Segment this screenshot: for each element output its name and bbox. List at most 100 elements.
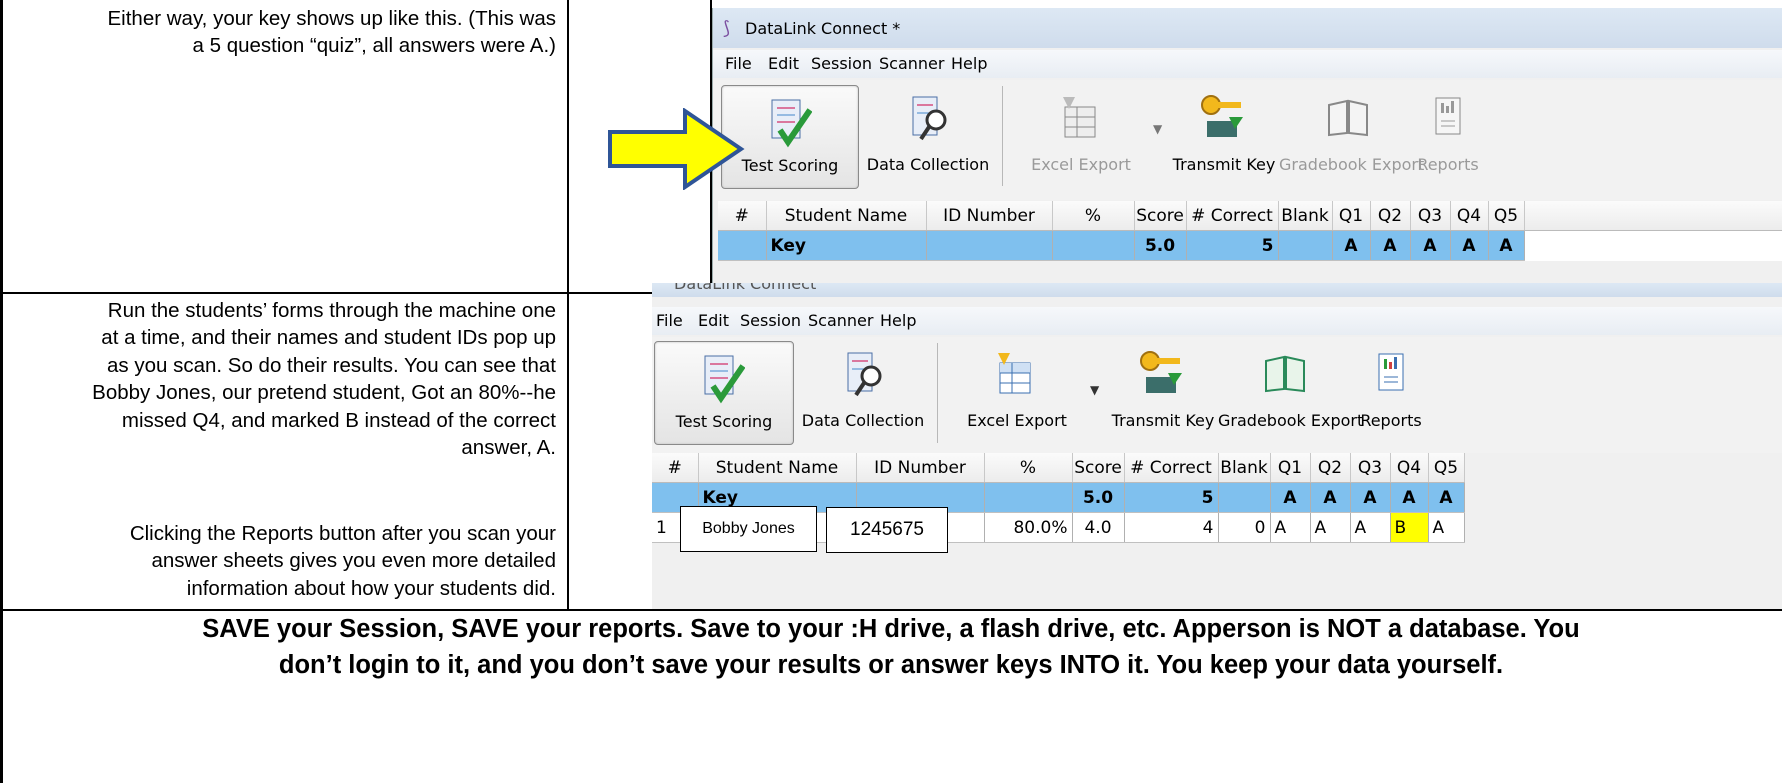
column-header[interactable]: Q2	[1310, 453, 1351, 483]
footer-note: SAVE your Session, SAVE your reports. Sa…	[0, 611, 1782, 683]
data-collection-button[interactable]: Data Collection	[798, 341, 928, 443]
column-header[interactable]: ID Number	[926, 201, 1053, 231]
column-header[interactable]: Student Name	[698, 453, 857, 483]
cell: A	[1390, 482, 1429, 513]
cell: 4	[1124, 512, 1219, 543]
toolbar-label: Excel Export	[967, 411, 1067, 430]
table-row-student[interactable]: 1 80.0% 4.0 4 0 A A A B A	[652, 512, 1782, 543]
row1-description: Either way, your key shows up like this.…	[10, 5, 557, 60]
menu-scanner[interactable]: Scanner	[879, 54, 944, 73]
reports-button[interactable]: Reports	[1413, 85, 1483, 187]
toolbar: Test Scoring Data Collection Excel Expor…	[713, 80, 1782, 200]
column-header[interactable]: Q5	[1488, 201, 1525, 231]
toolbar-label: Transmit Key	[1172, 155, 1276, 174]
column-header[interactable]: Score	[1134, 201, 1187, 231]
column-header[interactable]: Blank	[1218, 453, 1271, 483]
table-row-key[interactable]: Key 5.0 5 A A A A A	[718, 230, 1782, 261]
text-line: as you scan. So do their results. You ca…	[106, 353, 556, 377]
column-header-empty	[1524, 201, 1782, 231]
menu-session[interactable]: Session	[811, 54, 872, 73]
column-header[interactable]: Q5	[1428, 453, 1465, 483]
menu-file[interactable]: File	[725, 54, 752, 73]
cell: 4.0	[1072, 512, 1125, 543]
results-table: # Student Name ID Number % Score # Corre…	[652, 453, 1782, 543]
cell: 5	[1186, 230, 1279, 261]
menu-session[interactable]: Session	[740, 311, 801, 330]
toolbar-label: Test Scoring	[675, 412, 773, 431]
footer-line: SAVE your Session, SAVE your reports. Sa…	[202, 615, 1580, 643]
transmit-key-button[interactable]: Transmit Key	[1110, 341, 1216, 443]
table-border-left	[0, 0, 3, 611]
cell: 5	[1124, 482, 1219, 513]
reports-icon	[1435, 97, 1461, 135]
student-id-callout: 1245675	[826, 507, 948, 553]
toolbar-label: Excel Export	[1031, 155, 1131, 174]
title-bar: ⟆ DataLink Connect *	[713, 8, 1782, 48]
cell	[1278, 230, 1333, 261]
column-header[interactable]: %	[984, 453, 1073, 483]
cell: 5.0	[1072, 482, 1125, 513]
menu-scanner[interactable]: Scanner	[808, 311, 873, 330]
dropdown-arrow-icon[interactable]: ▼	[1090, 383, 1099, 397]
column-header[interactable]: Q4	[1450, 201, 1489, 231]
row2-description-2: Clicking the Reports button after you sc…	[10, 520, 556, 602]
cell	[1052, 230, 1135, 261]
cell: A	[1270, 512, 1311, 543]
dropdown-arrow-icon[interactable]: ▼	[1153, 122, 1162, 136]
column-header[interactable]: %	[1052, 201, 1135, 231]
data-collection-icon	[912, 96, 947, 141]
menu-file[interactable]: File	[656, 311, 683, 330]
column-header[interactable]: #	[652, 453, 699, 483]
transmit-key-icon	[1201, 95, 1243, 137]
reports-button[interactable]: Reports	[1356, 341, 1426, 443]
text-line: information about how your students did.	[186, 576, 556, 600]
excel-export-button[interactable]: Excel Export	[964, 341, 1070, 443]
column-header[interactable]: ID Number	[856, 453, 985, 483]
menu-edit[interactable]: Edit	[768, 54, 799, 73]
menu-help[interactable]: Help	[951, 54, 987, 73]
test-scoring-button[interactable]: Test Scoring	[654, 341, 794, 445]
table-row-key[interactable]: Key 5.0 5 A A A A A	[652, 482, 1782, 513]
column-header[interactable]: #	[718, 201, 767, 231]
menu-help[interactable]: Help	[880, 311, 916, 330]
gradebook-export-button[interactable]: Gradebook Export	[1218, 341, 1363, 443]
column-header[interactable]: # Correct	[1124, 453, 1219, 483]
column-header[interactable]: Q1	[1332, 201, 1371, 231]
column-header[interactable]: Q4	[1390, 453, 1429, 483]
excel-export-button[interactable]: Excel Export	[1031, 85, 1131, 187]
cell: A	[1310, 512, 1351, 543]
column-header[interactable]: Q1	[1270, 453, 1311, 483]
title-bar-partial: DataLink Connect	[652, 283, 1782, 297]
cell: A	[1350, 482, 1391, 513]
toolbar-separator	[937, 343, 938, 443]
test-scoring-icon	[771, 99, 812, 148]
column-header[interactable]: Score	[1072, 453, 1125, 483]
results-table: # Student Name ID Number % Score # Corre…	[718, 201, 1782, 261]
column-header[interactable]: Q3	[1350, 453, 1391, 483]
footer-line: don’t login to it, and you don’t save yo…	[278, 651, 1504, 679]
column-header[interactable]: # Correct	[1186, 201, 1279, 231]
excel-export-icon	[998, 353, 1031, 394]
column-header[interactable]: Student Name	[766, 201, 927, 231]
column-header[interactable]: Blank	[1278, 201, 1333, 231]
toolbar: Test Scoring Data Collection Excel Expor…	[652, 337, 1782, 457]
text-line: Either way, your key shows up like this.…	[107, 7, 557, 30]
cell: Key	[766, 230, 927, 261]
datalink-window-2: DataLink Connect File Edit Session Scann…	[652, 283, 1782, 609]
data-collection-button[interactable]: Data Collection	[863, 85, 993, 187]
student-name: Bobby Jones	[702, 520, 795, 537]
gradebook-export-button[interactable]: Gradebook Export	[1279, 85, 1424, 187]
cell: A	[1410, 230, 1451, 261]
cell: 80.0%	[984, 512, 1073, 543]
column-header-empty	[1464, 453, 1782, 483]
menu-edit[interactable]: Edit	[698, 311, 729, 330]
test-scoring-icon	[704, 355, 745, 404]
text-line: Run the students’ forms through the mach…	[107, 299, 556, 322]
column-header[interactable]: Q3	[1410, 201, 1451, 231]
column-header[interactable]: Q2	[1370, 201, 1411, 231]
toolbar-label: Data Collection	[866, 155, 990, 174]
transmit-key-button[interactable]: Transmit Key	[1171, 85, 1277, 187]
app-logo-icon: ⟆	[723, 18, 731, 39]
text-line: Bobby Jones, our pretend student, Got an…	[92, 381, 556, 405]
text-line: missed Q4, and marked B instead of the c…	[121, 408, 556, 432]
